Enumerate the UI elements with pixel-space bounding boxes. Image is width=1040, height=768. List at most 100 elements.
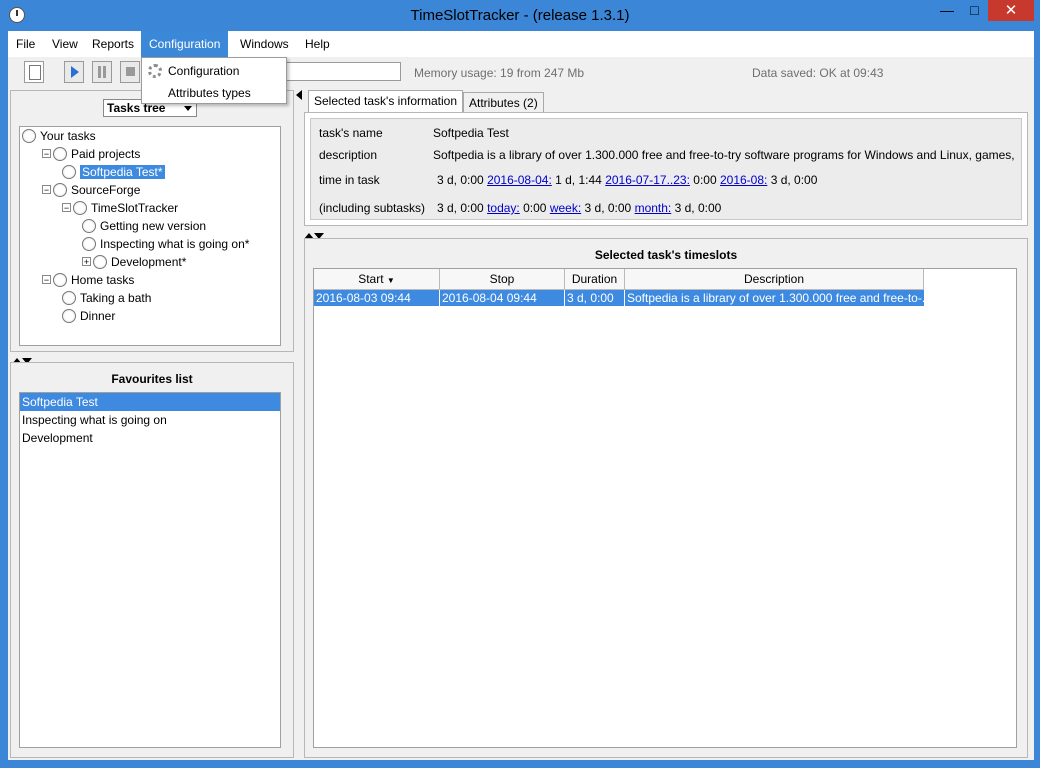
list-item[interactable]: Development (20, 429, 280, 447)
gear-icon (148, 64, 162, 78)
tree-item[interactable]: Taking a bath (62, 289, 151, 307)
tree-item[interactable]: − Home tasks (42, 271, 134, 289)
play-icon (71, 66, 79, 78)
tree-item-label: Dinner (80, 309, 116, 323)
time-total: 3 d, 0:00 (437, 173, 484, 187)
tree-item[interactable]: Getting new version (82, 217, 206, 235)
week-range-link[interactable]: 2016-07-17..23: (605, 173, 690, 187)
collapse-icon[interactable]: − (42, 185, 51, 195)
tab-attributes[interactable]: Attributes (2) (463, 92, 544, 112)
day-value: 1 d, 1:44 (555, 173, 602, 187)
pause-icon (98, 66, 101, 78)
list-item[interactable]: Softpedia Test (20, 393, 280, 411)
clock-icon (62, 291, 76, 305)
collapse-icon[interactable]: − (42, 149, 51, 159)
tree-item-label: Development* (111, 255, 187, 269)
menu-configuration-item[interactable]: Configuration (142, 60, 286, 82)
cell-stop: 2016-08-04 09:44 (440, 290, 565, 306)
menu-configuration[interactable]: Configuration (141, 31, 229, 57)
time-in-task-label: time in task (319, 173, 380, 187)
month-sub-value: 3 d, 0:00 (674, 201, 722, 215)
tree-item[interactable]: − SourceForge (42, 181, 140, 199)
data-saved-status: Data saved: OK at 09:43 (752, 66, 884, 80)
left-splitter[interactable] (12, 353, 42, 364)
tree-item[interactable]: − TimeSlotTracker (62, 199, 178, 217)
tree-item-label: Inspecting what is going on* (100, 237, 250, 251)
collapse-icon[interactable]: − (62, 203, 71, 213)
cell-description: Softpedia is a library of over 1.300.000… (627, 291, 924, 305)
menu-file[interactable]: File (8, 31, 43, 57)
minimize-button[interactable]: — (933, 0, 961, 21)
clock-icon (53, 147, 67, 161)
menu-attributes-types-item[interactable]: Attributes types (142, 82, 286, 104)
menu-windows[interactable]: Windows (232, 31, 297, 57)
column-start[interactable]: Start ▼ (314, 269, 440, 289)
clock-icon (82, 219, 96, 233)
close-button[interactable]: ✕ (988, 0, 1034, 21)
today-value: 0:00 (523, 201, 547, 215)
list-item[interactable]: Inspecting what is going on (20, 411, 280, 429)
tree-item[interactable]: Softpedia Test* (62, 163, 165, 181)
tab-task-information[interactable]: Selected task's information (308, 90, 464, 113)
clock-icon (53, 183, 67, 197)
month-link[interactable]: 2016-08: (720, 173, 767, 187)
tree-item-label: Your tasks (40, 129, 96, 143)
tree-item-label: SourceForge (71, 183, 141, 197)
month-value: 3 d, 0:00 (770, 173, 818, 187)
sort-descending-icon: ▼ (386, 276, 395, 285)
tree-item-label: Softpedia Test* (80, 165, 165, 179)
description-label: description (319, 148, 378, 162)
tab-strip: Selected task's information Attributes (… (308, 90, 1034, 114)
dropdown-arrow-icon (184, 106, 192, 111)
today-link[interactable]: today: (487, 201, 520, 215)
description-value: Softpedia is a library of over 1.300.000… (433, 148, 1019, 162)
week-range-value: 0:00 (693, 173, 717, 187)
tree-item-label: TimeSlotTracker (91, 201, 179, 215)
clock-icon (93, 255, 107, 269)
favourites-list: Softpedia Test Inspecting what is going o… (19, 392, 281, 748)
expand-icon[interactable]: + (82, 257, 91, 267)
clock-icon (62, 165, 76, 179)
table-header: Start ▼ Stop Duration Description (314, 269, 924, 290)
tree-item[interactable]: Your tasks (22, 127, 96, 145)
vertical-splitter[interactable] (295, 90, 303, 758)
column-duration[interactable]: Duration (565, 269, 625, 289)
week-link[interactable]: week: (550, 201, 581, 215)
timeslots-title: Selected task's timeslots (594, 248, 738, 262)
column-stop[interactable]: Stop (440, 269, 565, 289)
menu-reports[interactable]: Reports (84, 31, 142, 57)
tree-item-label: Paid projects (71, 147, 141, 161)
table-row[interactable]: 2016-08-03 09:44 2016-08-04 09:44 3 d, 0… (314, 290, 924, 306)
start-button[interactable] (64, 61, 84, 83)
tree-item[interactable]: Inspecting what is going on* (82, 235, 249, 253)
tree-item[interactable]: Dinner (62, 307, 115, 325)
window-title: TimeSlotTracker - (release 1.3.1) (410, 7, 630, 24)
tree-item-label: Taking a bath (80, 291, 152, 305)
clock-icon (82, 237, 96, 251)
column-description[interactable]: Description (625, 269, 924, 289)
toolbar-field[interactable] (284, 62, 401, 81)
column-start-label: Start (358, 272, 384, 286)
tree-item-label: Home tasks (71, 273, 135, 287)
cell-duration: 3 d, 0:00 (565, 290, 625, 306)
collapse-left-icon (296, 90, 302, 100)
menu-configuration-item-label: Configuration (168, 64, 240, 78)
pause-button[interactable] (92, 61, 112, 83)
stop-button[interactable] (120, 61, 140, 83)
right-splitter[interactable] (304, 228, 334, 239)
menu-view[interactable]: View (44, 31, 86, 57)
time-in-task-values: 3 d, 0:00 2016-08-04: 1 d, 1:44 2016-07-… (437, 173, 817, 187)
clock-icon (62, 309, 76, 323)
tree-item[interactable]: − Paid projects (42, 145, 140, 163)
timeslots-table: Start ▼ Stop Duration Description 2016-0… (313, 268, 1017, 748)
collapse-icon[interactable]: − (42, 275, 51, 285)
day-link[interactable]: 2016-08-04: (487, 173, 552, 187)
month-sub-link[interactable]: month: (635, 201, 672, 215)
menu-help[interactable]: Help (297, 31, 338, 57)
new-task-button[interactable] (24, 61, 44, 83)
maximize-button[interactable]: □ (961, 0, 988, 21)
subtasks-values: 3 d, 0:00 today: 0:00 week: 3 d, 0:00 mo… (437, 201, 721, 215)
stop-icon (126, 67, 135, 76)
task-name-value: Softpedia Test (433, 126, 509, 140)
tree-item[interactable]: + Development* (82, 253, 186, 271)
